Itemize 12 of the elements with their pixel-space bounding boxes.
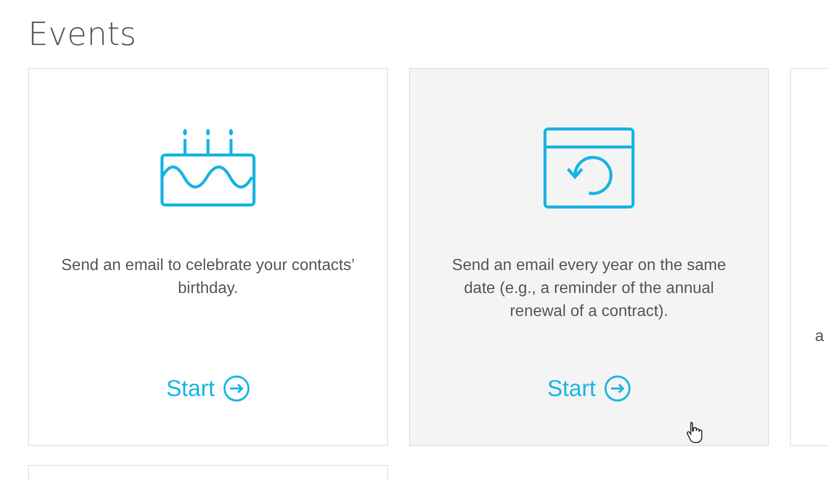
page-title: Events: [27, 14, 138, 54]
calendar-repeat-icon: [543, 127, 635, 209]
card-description: Send an email every year on the same date (e.g., a reminder of the annual renewal of a contract).: [451, 256, 727, 322]
event-card[interactable]: Send an email every year on the same date (e.g., a reminder of the annual renewal of a contract). Start: [409, 68, 769, 446]
card-description: a: [815, 327, 824, 347]
hand-cursor-icon: [686, 421, 704, 443]
event-card[interactable]: a: [790, 68, 828, 446]
event-card[interactable]: Send an email to celebrate your contacts’ birthday. Start: [28, 68, 388, 446]
arrow-circle-icon: [604, 375, 631, 402]
arrow-circle-icon: [222, 375, 250, 402]
card-description: Send an email to celebrate your contacts’ birthday.: [60, 256, 356, 299]
cake-icon: [160, 127, 256, 209]
